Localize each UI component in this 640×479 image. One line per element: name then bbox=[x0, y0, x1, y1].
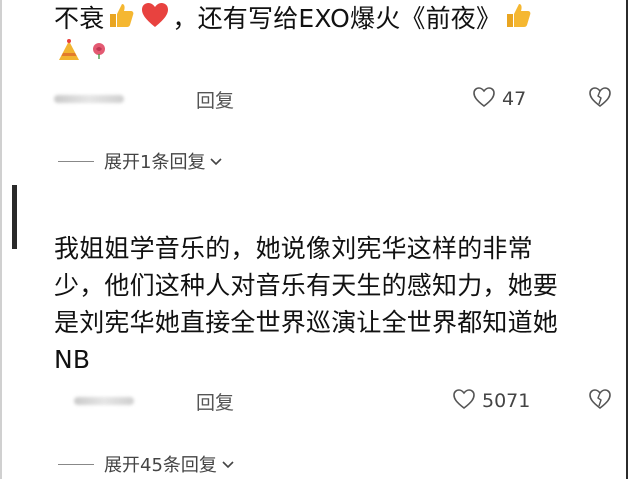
dislike-icon[interactable] bbox=[588, 86, 612, 112]
expand-replies-button[interactable]: 展开1条回复 bbox=[58, 148, 223, 174]
right-border bbox=[626, 0, 628, 479]
main-comment-meta: 回复 5071 bbox=[54, 386, 612, 416]
thumbs-up-icon bbox=[106, 0, 136, 40]
left-border bbox=[0, 0, 2, 479]
dislike-icon[interactable] bbox=[588, 388, 612, 414]
top-comment-part1: 不衰 bbox=[54, 4, 105, 33]
chevron-down-icon bbox=[209, 151, 223, 172]
like-button[interactable]: 47 bbox=[472, 86, 526, 113]
left-scroll-marker bbox=[12, 185, 17, 249]
thread-divider bbox=[58, 463, 94, 465]
like-button[interactable]: 5071 bbox=[452, 388, 530, 415]
expand-replies-label: 展开1条回复 bbox=[104, 152, 206, 173]
expand-replies-label: 展开45条回复 bbox=[104, 455, 217, 476]
comment-feed: 不衰 ，还有写给EXO爆火《前夜》 回复 47 展开1条回复 我姐姐学音乐的，她说… bbox=[0, 0, 640, 479]
thread-divider bbox=[58, 160, 94, 162]
heart-outline-icon bbox=[452, 388, 476, 415]
top-comment-part2: ，还有写给EXO爆火《前夜》 bbox=[172, 4, 502, 33]
heart-icon bbox=[140, 0, 170, 40]
party-hat-icon bbox=[56, 38, 82, 66]
username-blurred bbox=[54, 95, 124, 103]
top-comment-text: 不衰 ，还有写给EXO爆火《前夜》 bbox=[54, 0, 535, 40]
expand-replies-button[interactable]: 展开45条回复 bbox=[58, 451, 235, 477]
chevron-down-icon bbox=[221, 454, 235, 475]
like-count: 5071 bbox=[482, 390, 531, 412]
username-blurred bbox=[74, 397, 134, 405]
top-comment-meta: 回复 47 bbox=[54, 84, 612, 114]
thumbs-up-icon bbox=[503, 0, 533, 40]
main-comment-text: 我姐姐学音乐的，她说像刘宪华这样的非常少，他们这种人对音乐有天生的感知力，她要是… bbox=[54, 234, 559, 374]
reply-button[interactable]: 回复 bbox=[196, 86, 234, 113]
rose-icon bbox=[90, 41, 108, 63]
reply-button[interactable]: 回复 bbox=[196, 388, 234, 415]
heart-outline-icon bbox=[472, 86, 496, 113]
emoji-row bbox=[54, 38, 110, 66]
like-count: 47 bbox=[502, 88, 527, 110]
